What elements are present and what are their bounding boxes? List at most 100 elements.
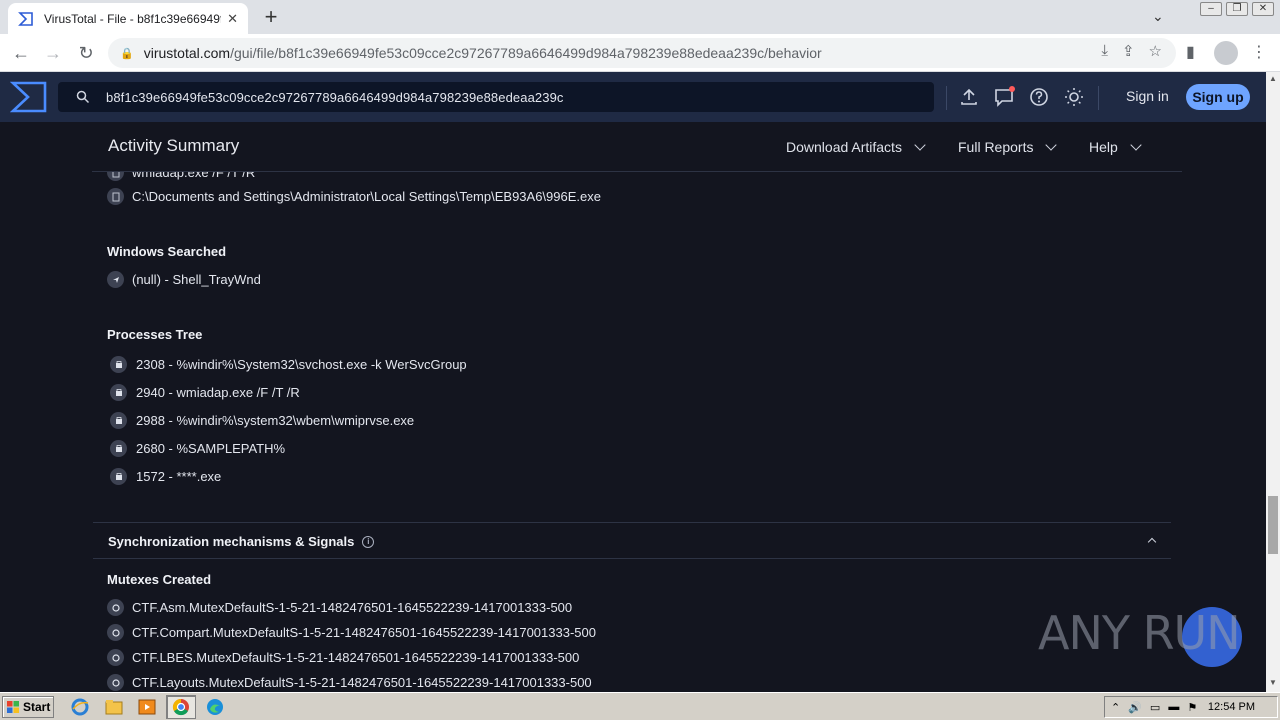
chevron-down-icon: [914, 139, 926, 151]
close-window-button[interactable]: ✕: [1252, 2, 1274, 16]
tab-title: VirusTotal - File - b8f1c39e66949fe53: [44, 11, 221, 26]
media-player-icon[interactable]: [137, 697, 157, 717]
header-divider: [1098, 86, 1099, 110]
lock-icon: 🔒: [120, 47, 134, 60]
reload-icon[interactable]: ↻: [75, 42, 97, 64]
action-center-flag-icon[interactable]: ⚑: [1187, 701, 1197, 714]
full-reports-menu[interactable]: Full Reports: [958, 139, 1058, 155]
behavior-content: wmiadap.exe /F /T /R C:\Documents and Se…: [0, 122, 1266, 692]
window-row: (null) - Shell_TrayWnd: [107, 271, 261, 288]
back-arrow-icon[interactable]: ←: [10, 42, 32, 64]
page-scrollbar[interactable]: ▲ ▼: [1266, 72, 1280, 692]
side-panel-icon[interactable]: ▮: [1186, 42, 1195, 62]
upload-icon[interactable]: [958, 86, 980, 108]
edge-icon[interactable]: [205, 697, 225, 717]
restore-button[interactable]: ❐: [1226, 2, 1248, 16]
sign-in-link[interactable]: Sign in: [1126, 88, 1169, 104]
mutex-icon: [107, 599, 124, 616]
share-icon[interactable]: ⇪: [1122, 42, 1135, 60]
process-icon: [110, 412, 127, 429]
system-tray: ⌃ 🔊 ▭ ▬ ⚑ 12:54 PM: [1104, 696, 1278, 718]
internet-explorer-icon[interactable]: [70, 697, 90, 717]
sign-up-button[interactable]: Sign up: [1186, 84, 1250, 110]
mutex-row: CTF.Compart.MutexDefaultS-1-5-21-1482476…: [107, 624, 596, 641]
virustotal-logo-icon[interactable]: [10, 80, 48, 114]
file-explorer-icon[interactable]: [104, 697, 124, 717]
browser-tab[interactable]: VirusTotal - File - b8f1c39e66949fe53 ✕: [8, 3, 248, 34]
activity-summary-bar: Activity Summary Download Artifacts Full…: [92, 122, 1182, 172]
process-row: 2988 - %windir%\system32\wbem\wmiprvse.e…: [107, 412, 414, 429]
mutex-name: CTF.Compart.MutexDefaultS-1-5-21-1482476…: [132, 625, 596, 640]
processes-tree-heading: Processes Tree: [107, 327, 203, 342]
file-path: C:\Documents and Settings\Administrator\…: [132, 189, 601, 204]
vt-search-box[interactable]: b8f1c39e66949fe53c09cce2c97267789a664649…: [58, 82, 934, 112]
browser-toolbar: ← → ↻ 🔒 virustotal.com/gui/file/b8f1c39e…: [0, 34, 1280, 72]
search-query: b8f1c39e66949fe53c09cce2c97267789a664649…: [106, 89, 564, 105]
process-row: 2308 - %windir%\System32\svchost.exe -k …: [107, 356, 467, 373]
mutex-row: CTF.Asm.MutexDefaultS-1-5-21-1482476501-…: [107, 599, 572, 616]
process-row: 1572 - ****.exe: [107, 468, 221, 485]
info-icon[interactable]: i: [362, 535, 375, 548]
sync-section-title: Synchronization mechanisms & Signals i: [108, 534, 375, 549]
chevron-down-icon: [1045, 139, 1058, 151]
help-menu[interactable]: Help: [1089, 139, 1142, 155]
bookmark-star-icon[interactable]: ☆: [1149, 42, 1162, 60]
power-icon[interactable]: ▬: [1168, 701, 1179, 713]
download-artifacts-menu[interactable]: Download Artifacts: [786, 139, 926, 155]
mutexes-created-heading: Mutexes Created: [107, 572, 212, 587]
menu-label: Full Reports: [958, 139, 1034, 155]
mutex-icon: [107, 674, 124, 691]
windows-searched-heading: Windows Searched: [107, 244, 227, 259]
file-icon: [107, 188, 124, 205]
vt-header: b8f1c39e66949fe53c09cce2c97267789a664649…: [0, 72, 1266, 122]
window-name: (null) - Shell_TrayWnd: [132, 272, 261, 287]
window-pointer-icon: [107, 271, 124, 288]
activity-summary-title: Activity Summary: [108, 136, 240, 155]
process-icon: [110, 384, 127, 401]
address-bar[interactable]: 🔒 virustotal.com/gui/file/b8f1c39e66949f…: [108, 38, 1176, 68]
anyrun-watermark: ANY RUN: [1038, 606, 1241, 660]
windows-flag-icon: [7, 701, 19, 713]
install-app-icon[interactable]: ⤓: [1101, 42, 1108, 60]
mutex-name: CTF.Asm.MutexDefaultS-1-5-21-1482476501-…: [132, 600, 573, 615]
network-icon[interactable]: ▭: [1150, 701, 1160, 714]
volume-icon[interactable]: 🔊: [1128, 701, 1142, 714]
process-icon: [110, 468, 127, 485]
chevron-down-icon: [1130, 139, 1142, 151]
scroll-down-icon[interactable]: ▼: [1269, 678, 1277, 687]
scrollbar-thumb[interactable]: [1268, 496, 1278, 554]
theme-toggle-icon[interactable]: [1063, 86, 1085, 108]
scroll-up-icon[interactable]: ▲: [1269, 74, 1277, 83]
search-icon: [76, 90, 90, 104]
process-label: 2988 - %windir%\system32\wbem\wmiprvse.e…: [136, 413, 415, 428]
virustotal-favicon-icon: [18, 11, 33, 26]
mutex-icon: [107, 624, 124, 641]
menu-label: Download Artifacts: [786, 139, 902, 155]
start-button[interactable]: Start: [2, 696, 54, 718]
chat-icon[interactable]: [993, 86, 1015, 108]
mutex-name: CTF.Layouts.MutexDefaultS-1-5-21-1482476…: [132, 675, 592, 690]
tray-expand-icon[interactable]: ⌃: [1111, 701, 1120, 714]
taskbar-clock[interactable]: 12:54 PM: [1208, 701, 1255, 713]
chrome-icon: [172, 698, 189, 716]
browser-tab-strip: VirusTotal - File - b8f1c39e66949fe53 ✕ …: [0, 0, 1280, 34]
watermark-text: ANY RUN: [1038, 606, 1241, 660]
profile-avatar[interactable]: [1214, 41, 1238, 65]
browser-menu-icon[interactable]: ⋮: [1251, 42, 1267, 62]
new-tab-button[interactable]: +: [259, 5, 283, 29]
mutex-row: CTF.LBES.MutexDefaultS-1-5-21-1482476501…: [107, 649, 579, 666]
forward-arrow-icon[interactable]: →: [42, 42, 64, 64]
minimize-button[interactable]: –: [1200, 2, 1222, 16]
sync-section-header[interactable]: Synchronization mechanisms & Signals i: [93, 522, 1171, 559]
sync-title-text: Synchronization mechanisms & Signals: [108, 534, 355, 549]
process-icon: [110, 440, 127, 457]
process-row: 2940 - wmiadap.exe /F /T /R: [107, 384, 300, 401]
help-icon[interactable]: [1028, 86, 1050, 108]
collapse-chevron-icon[interactable]: [1147, 537, 1157, 547]
menu-label: Help: [1089, 139, 1118, 155]
mutex-row: CTF.Layouts.MutexDefaultS-1-5-21-1482476…: [107, 674, 592, 691]
process-label: 2308 - %windir%\System32\svchost.exe -k …: [136, 357, 467, 372]
tab-search-chevron-icon[interactable]: ⌄: [1152, 8, 1164, 25]
window-controls: – ❐ ✕: [1200, 2, 1274, 16]
tab-close-icon[interactable]: ✕: [227, 11, 238, 27]
